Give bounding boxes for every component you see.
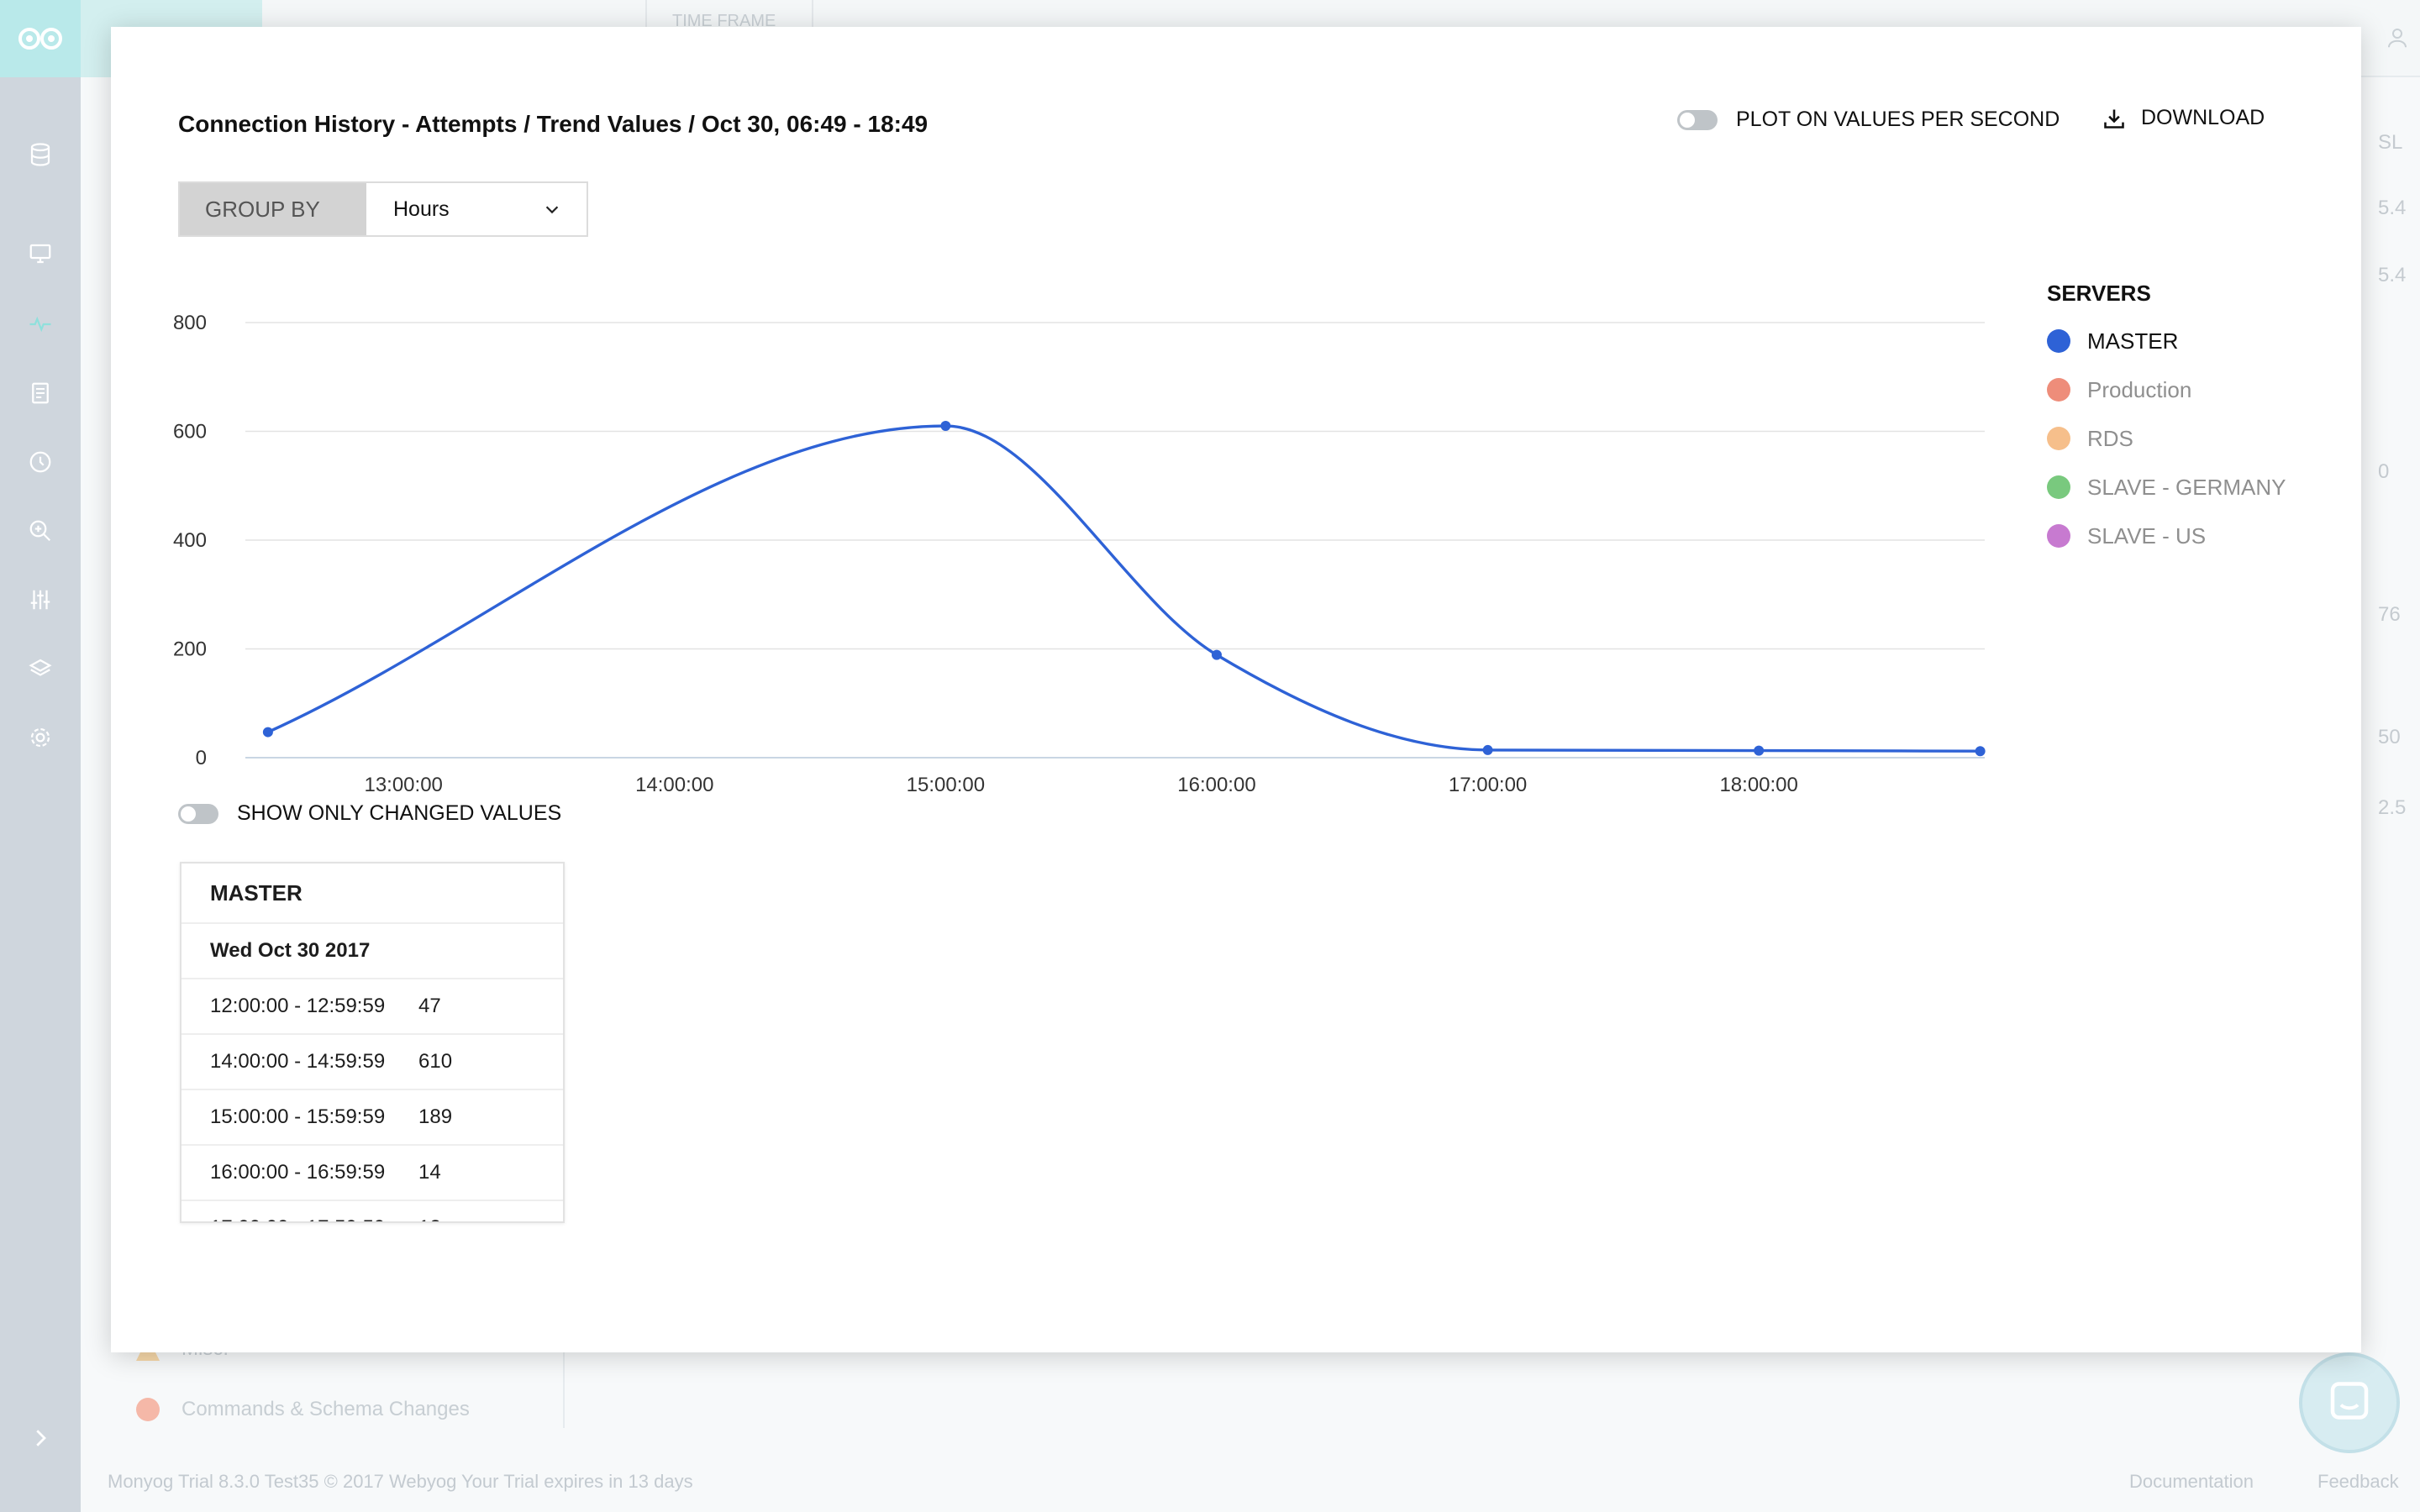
value-cell: 47 [418,995,441,1017]
x-tick-label: 16:00:00 [1177,774,1255,796]
table-server-header: MASTER [182,864,563,924]
plot-per-second-label: PLOT ON VALUES PER SECOND [1736,108,2060,131]
legend-dot-icon [2047,475,2070,499]
show-changed-toggle[interactable]: SHOW ONLY CHANGED VALUES [178,801,561,826]
sliders-icon[interactable] [0,583,81,617]
database-icon[interactable] [0,138,81,171]
bg-value: 5.4 [2378,197,2407,219]
background-row-label: Commands & Schema Changes [182,1398,470,1420]
bg-value: 0 [2378,460,2390,483]
legend-title: SERVERS [2047,281,2151,306]
x-tick-label: 14:00:00 [635,774,713,796]
legend-label: Production [2087,376,2192,402]
data-point [1482,744,1493,755]
toggle-switch[interactable] [1677,109,1718,130]
value-cell: 189 [418,1105,453,1128]
table-row: 15:00:00 - 15:59:59 189 [182,1090,563,1146]
group-by-value: Hours [393,197,450,221]
bg-value: 50 [2378,726,2401,748]
sidebar [0,0,81,1512]
time-range-cell: 17:00:00 - 17:59:59 [182,1216,418,1221]
chat-icon [2330,1382,2369,1420]
chart-svg: 0 200 400 600 800 13:00:00 14:00:00 15:00:00 16:… [173,312,1986,796]
legend-items: MASTER Production RDS SLAVE - GERMANY SLAVE … [2047,312,2286,565]
legend-label: SLAVE - US [2087,522,2207,549]
chevron-right-icon[interactable] [0,1421,81,1455]
y-tick-label: 400 [173,529,207,552]
document-icon[interactable] [0,376,81,410]
table-row: 17:00:00 - 17:59:5912 [182,1201,563,1221]
legend-label: MASTER [2087,328,2179,354]
footer: Monyog Trial 8.3.0 Test35 © 2017 Webyog … [108,1466,2420,1499]
time-range-cell: 15:00:00 - 15:59:59 [210,1105,386,1128]
legend-dot-icon [2047,524,2070,548]
activity-icon[interactable] [0,307,81,341]
zoom-icon[interactable] [0,514,81,548]
y-tick-label: 600 [173,421,207,444]
group-by-control: GROUP BY Hours [178,181,588,237]
modal-title: Connection History - Attempts / Trend Va… [178,111,929,137]
table-date: Wed Oct 30 2017 [182,924,563,979]
logo-icon[interactable] [0,0,81,77]
y-tick-label: 200 [173,638,207,661]
connection-history-modal: Connection History - Attempts / Trend Va… [111,27,2361,1352]
table-row: 14:00:00 - 14:59:59 610 [182,1035,563,1090]
group-by-select[interactable]: Hours [366,183,587,235]
data-point [262,727,273,738]
bg-value: 2.5 [2378,796,2407,819]
clock-icon[interactable] [0,445,81,479]
value-cell: 14 [418,1161,441,1184]
data-point [1211,649,1222,660]
bg-value: SL [2378,131,2403,154]
legend-label: SLAVE - GERMANY [2087,474,2286,500]
user-icon[interactable] [2385,25,2410,55]
data-point [940,421,951,432]
time-range-cell: 12:00:00 - 12:59:59 [210,995,386,1017]
servers-legend: SERVERS MASTER Production RDS SLAVE - GERMA… [2047,281,2286,565]
values-table: MASTER Wed Oct 30 2017 12:00:00 - 12:59:… [180,862,565,1223]
layers-icon[interactable] [0,652,81,685]
download-button[interactable]: DOWNLOAD [2102,106,2265,130]
x-tick-label: 15:00:00 [907,774,985,796]
footer-info: Monyog Trial 8.3.0 Test35 © 2017 Webyog … [108,1471,693,1492]
time-range-cell: 14:00:00 - 14:59:59 [210,1050,386,1073]
y-tick-label: 800 [173,312,207,334]
time-range-cell: 16:00:00 - 16:59:59 [210,1161,386,1184]
line-chart: 0 200 400 600 800 13:00:00 14:00:00 15:00:00 16:… [161,279,2136,816]
group-by-label: GROUP BY [180,183,366,235]
value-cell: 12 [418,1216,441,1221]
legend-dot-icon [2047,378,2070,402]
documentation-link[interactable]: Documentation [2129,1471,2254,1493]
x-tick-label: 13:00:00 [364,774,442,796]
table-rows: 12:00:00 - 12:59:59 47 14:00:00 - 14:59:59… [182,979,563,1221]
download-label: DOWNLOAD [2141,106,2265,129]
y-tick-label: 0 [196,747,207,769]
legend-dot-icon [2047,329,2070,353]
background-right-column: SL 5.4 5.4 0 76 50 2.5 [2360,77,2420,1421]
table-row: 16:00:00 - 16:59:59 14 [182,1146,563,1201]
feedback-link[interactable]: Feedback [2317,1471,2399,1493]
chat-button[interactable] [2299,1352,2400,1453]
data-point [1975,746,1986,757]
legend-dot-icon [2047,427,2070,450]
toggle-switch[interactable] [178,803,218,824]
x-tick-label: 17:00:00 [1449,774,1527,796]
chevron-down-icon [545,206,559,214]
plot-per-second-toggle[interactable]: PLOT ON VALUES PER SECOND [1677,108,2060,132]
gear-icon[interactable] [0,721,81,754]
table-row: 12:00:00 - 12:59:59 47 [182,979,563,1035]
bg-value: 5.4 [2378,264,2407,286]
data-point [1754,745,1765,756]
series-line-master [267,424,1981,753]
legend-label: RDS [2087,425,2133,451]
download-icon [2104,109,2124,129]
status-dot-icon [136,1398,160,1421]
bg-value: 76 [2378,603,2401,626]
show-changed-label: SHOW ONLY CHANGED VALUES [237,801,562,825]
background-row[interactable]: Commands & Schema Changes [136,1398,470,1421]
value-cell: 610 [418,1050,453,1073]
x-tick-label: 18:00:00 [1719,774,1797,796]
monitor-icon[interactable] [0,237,81,270]
legend-item[interactable]: SLAVE - US [2047,507,2286,565]
